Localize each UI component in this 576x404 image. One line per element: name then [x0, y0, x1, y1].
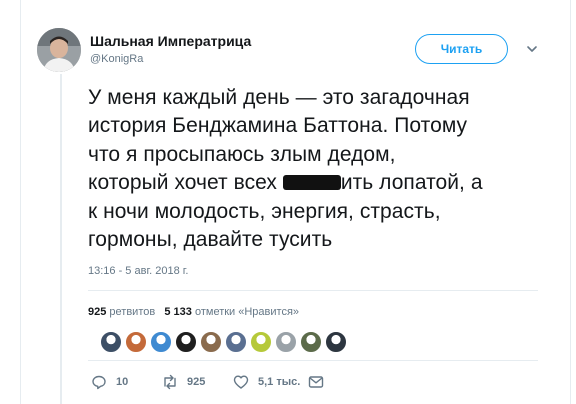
liker-avatar[interactable] — [325, 331, 347, 353]
retweets-label: ретвитов — [109, 306, 156, 318]
right-border — [570, 0, 571, 404]
chevron-down-icon[interactable] — [525, 42, 539, 56]
retweet-count: 925 — [187, 376, 206, 388]
heart-icon — [233, 374, 249, 390]
liker-avatar[interactable] — [100, 331, 122, 353]
likes-stat[interactable]: 5 133 отметки «Нравится» — [164, 306, 299, 318]
liker-avatar[interactable] — [300, 331, 322, 353]
display-name[interactable]: Шальная Императрица — [90, 33, 251, 49]
divider — [88, 360, 538, 361]
retweet-button[interactable]: 925 — [161, 374, 205, 390]
avatar-image — [37, 28, 81, 72]
retweet-icon — [161, 374, 179, 390]
user-handle[interactable]: @KonigRa — [90, 53, 143, 65]
reply-icon — [91, 374, 107, 390]
like-button[interactable]: 5,1 тыс. — [233, 374, 300, 390]
engagement-stats: 925 ретвитов 5 133 отметки «Нравится» — [88, 306, 299, 318]
tweet-text-line: история Бенджамина Баттона. Потому — [88, 114, 468, 138]
liker-avatar[interactable] — [200, 331, 222, 353]
liker-avatar[interactable] — [150, 331, 172, 353]
likes-label: отметки «Нравится» — [194, 306, 300, 318]
retweets-count: 925 — [88, 306, 107, 318]
reply-count: 10 — [116, 376, 129, 388]
direct-message-button[interactable] — [308, 374, 324, 390]
liker-avatar[interactable] — [175, 331, 197, 353]
divider — [88, 290, 538, 291]
avatar[interactable] — [37, 28, 81, 72]
tweet-text-fragment: который хочет всех — [88, 171, 277, 195]
liker-avatar[interactable] — [250, 331, 272, 353]
tweet-text: У меня каждый день — это загадочная исто… — [88, 84, 528, 254]
tweet-text-line: что я просыпаюсь злым дедом, — [88, 142, 396, 166]
thread-line — [60, 74, 62, 404]
tweet-text-fragment: ить лопатой, а — [340, 171, 483, 195]
tweet-text-line: гормоны, давайте тусить — [88, 228, 333, 252]
timestamp[interactable]: 13:16 - 5 авг. 2018 г. — [88, 265, 188, 277]
follow-button[interactable]: Читать — [415, 34, 508, 64]
tweet-text-line: У меня каждый день — это загадочная — [88, 86, 470, 109]
liker-avatar[interactable] — [225, 331, 247, 353]
tweet-text-line: к ночи молодость, энергия, страсть, — [88, 199, 441, 223]
message-icon — [308, 374, 324, 390]
tweet-text-line: который хочет всех ить лопатой, а — [88, 169, 528, 197]
like-count: 5,1 тыс. — [258, 376, 301, 388]
liker-avatars — [100, 331, 347, 353]
redaction-bar — [282, 175, 341, 191]
tweet-card: Шальная Императрица @KonigRa Читать У ме… — [0, 0, 576, 404]
liker-avatar[interactable] — [125, 331, 147, 353]
likes-count: 5 133 — [164, 306, 192, 318]
retweets-stat[interactable]: 925 ретвитов — [88, 306, 155, 318]
liker-avatar[interactable] — [275, 331, 297, 353]
left-border — [20, 0, 21, 404]
reply-button[interactable]: 10 — [91, 374, 128, 390]
